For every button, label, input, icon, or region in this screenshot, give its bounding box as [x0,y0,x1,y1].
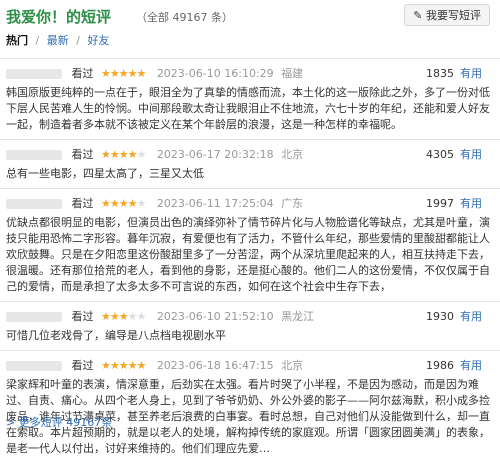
review-time: 2023-06-18 16:47:15 [156,359,274,372]
rating-stars: ★★★★★ [101,197,146,210]
username-blurred[interactable] [6,150,62,160]
watched-label: 看过 [71,310,94,323]
review-text: 可惜几位老戏骨了，编导是八点档电视剧水平 [6,329,226,342]
pencil-icon: ✎ [413,9,423,22]
review-list: 看过 ★★★★★ 2023-06-10 16:10:29 福建 1835 有用 韩… [0,58,500,463]
review-meta: 看过 ★★★★★ 2023-06-10 21:52:10 黑龙江 1930 有用 [6,308,494,326]
vote-area: 1930 有用 [426,308,482,324]
vote-area: 1986 有用 [426,357,482,373]
review-meta: 看过 ★★★★★ 2023-06-10 16:10:29 福建 1835 有用 [6,65,494,83]
review-meta: 看过 ★★★★★ 2023-06-17 20:32:18 北京 4305 有用 [6,146,494,164]
username-blurred[interactable] [6,361,62,371]
review-time: 2023-06-11 17:25:04 [156,197,274,210]
page-title: 我爱你！的短评 [6,8,112,26]
review-count-text: （全部 49167 条） [136,11,233,24]
tab-hot[interactable]: 热门 [6,34,28,47]
review-time: 2023-06-17 20:32:18 [156,148,274,161]
watched-label: 看过 [71,67,94,80]
useful-button[interactable]: 有用 [460,67,482,80]
useful-button[interactable]: 有用 [460,197,482,210]
review-location: 黑龙江 [281,310,315,323]
review-location: 北京 [281,359,304,372]
tabs: 热门 / 最新 / 好友 [6,32,109,48]
review-location: 福建 [281,67,304,80]
review-location: 北京 [281,148,304,161]
review-meta: 看过 ★★★★★ 2023-06-11 17:25:04 广东 1997 有用 [6,195,494,213]
username-blurred[interactable] [6,312,62,322]
more-reviews-link[interactable]: > 更多短评 49167条 [6,414,112,430]
review-text: 优缺点都很明显的电影，但演员出色的演绎弥补了情节碎片化与人物脸谱化等缺点，尤其是… [6,216,490,293]
review-meta: 看过 ★★★★★ 2023-06-18 16:47:15 北京 1986 有用 [6,357,494,375]
write-review-button[interactable]: ✎ 我要写短评 [404,4,490,26]
review-location: 广东 [281,197,304,210]
watched-label: 看过 [71,148,94,161]
tab-separator: / [76,34,80,47]
useful-button[interactable]: 有用 [460,359,482,372]
vote-count: 4305 [426,148,454,161]
vote-area: 1835 有用 [426,65,482,81]
vote-area: 1997 有用 [426,195,482,211]
tab-latest[interactable]: 最新 [47,34,69,47]
vote-count: 1835 [426,67,454,80]
rating-stars: ★★★★★ [101,67,146,80]
vote-count: 1986 [426,359,454,372]
review-item: 看过 ★★★★★ 2023-06-10 21:52:10 黑龙江 1930 有用 … [0,301,500,350]
write-review-label: 我要写短评 [426,9,481,22]
watched-label: 看过 [71,359,94,372]
review-time: 2023-06-10 16:10:29 [156,67,274,80]
rating-stars: ★★★★★ [101,310,146,323]
vote-count: 1997 [426,197,454,210]
username-blurred[interactable] [6,199,62,209]
review-item: 看过 ★★★★★ 2023-06-11 17:25:04 广东 1997 有用 优… [0,188,500,301]
review-item: 看过 ★★★★★ 2023-06-10 16:10:29 福建 1835 有用 韩… [0,58,500,139]
tab-separator: / [35,34,40,47]
review-time: 2023-06-10 21:52:10 [156,310,274,323]
review-text: 总有一些电影，四星太高了，三星又太低 [6,167,204,180]
rating-stars: ★★★★★ [101,148,146,161]
review-item: 看过 ★★★★★ 2023-06-17 20:32:18 北京 4305 有用 总… [0,139,500,188]
rating-stars: ★★★★★ [101,359,146,372]
tab-friends[interactable]: 好友 [87,34,109,47]
username-blurred[interactable] [6,69,62,79]
review-item: 看过 ★★★★★ 2023-06-18 16:47:15 北京 1986 有用 梁… [0,350,500,463]
watched-label: 看过 [71,197,94,210]
vote-count: 1930 [426,310,454,323]
header: 我爱你！的短评 （全部 49167 条） ✎ 我要写短评 [0,0,500,30]
useful-button[interactable]: 有用 [460,310,482,323]
vote-area: 4305 有用 [426,146,482,162]
review-text: 韩国原版更纯粹的一点在于，眼泪全为了真挚的情感而流，本土化的这一版除此之外，多了… [6,86,490,131]
useful-button[interactable]: 有用 [460,148,482,161]
